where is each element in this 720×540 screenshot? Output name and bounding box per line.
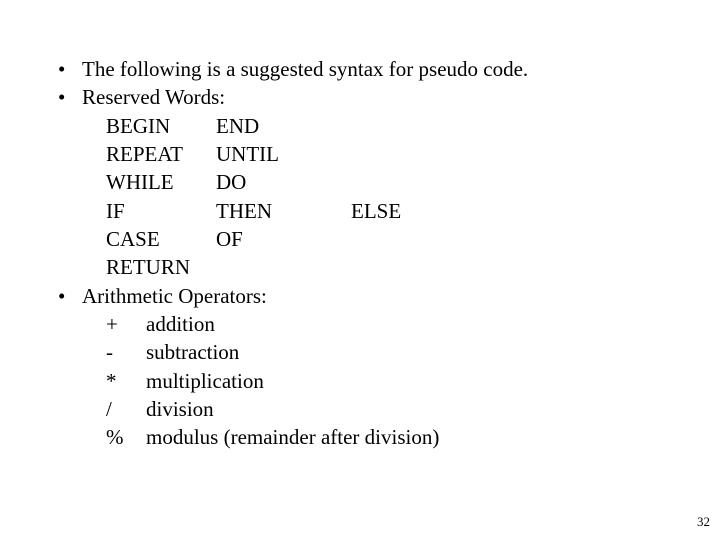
reserved-do: DO: [216, 170, 246, 194]
page-number: 32: [697, 514, 710, 530]
reserved-case: CASE: [106, 225, 216, 253]
op-plus: +: [106, 310, 146, 338]
bullet-intro: The following is a suggested syntax for …: [58, 55, 720, 83]
reserved-row-5: CASEOF: [82, 225, 720, 253]
op-slash: /: [106, 395, 146, 423]
reserved-of: OF: [216, 227, 243, 251]
reserved-else: ELSE: [351, 199, 401, 223]
reserved-until: UNTIL: [216, 142, 279, 166]
bullet-reserved-words: Reserved Words: BEGINEND REPEATUNTIL WHI…: [58, 83, 720, 281]
reserved-then: THEN: [216, 197, 351, 225]
reserved-row-3: WHILEDO: [82, 168, 720, 196]
op-row-4: /division: [82, 395, 720, 423]
op-percent: %: [106, 423, 146, 451]
reserved-row-2: REPEATUNTIL: [82, 140, 720, 168]
reserved-row-1: BEGINEND: [82, 112, 720, 140]
op-star-desc: multiplication: [146, 369, 264, 393]
reserved-if: IF: [106, 197, 216, 225]
op-minus-desc: subtraction: [146, 340, 239, 364]
reserved-words-heading: Reserved Words:: [82, 85, 225, 109]
op-row-5: %modulus (remainder after division): [82, 423, 720, 451]
reserved-while: WHILE: [106, 168, 216, 196]
reserved-begin: BEGIN: [106, 112, 216, 140]
slide: The following is a suggested syntax for …: [0, 0, 720, 540]
reserved-row-6: RETURN: [82, 253, 720, 281]
reserved-row-4: IFTHENELSE: [82, 197, 720, 225]
bullet-list: The following is a suggested syntax for …: [0, 55, 720, 452]
op-star: *: [106, 367, 146, 395]
op-row-3: *multiplication: [82, 367, 720, 395]
reserved-return: RETURN: [106, 255, 190, 279]
op-row-1: +addition: [82, 310, 720, 338]
op-minus: -: [106, 338, 146, 366]
op-slash-desc: division: [146, 397, 214, 421]
op-row-2: -subtraction: [82, 338, 720, 366]
bullet-arithmetic-operators: Arithmetic Operators: +addition -subtrac…: [58, 282, 720, 452]
reserved-end: END: [216, 114, 259, 138]
op-percent-desc: modulus (remainder after division): [146, 425, 439, 449]
reserved-repeat: REPEAT: [106, 140, 216, 168]
op-plus-desc: addition: [146, 312, 215, 336]
arithmetic-operators-heading: Arithmetic Operators:: [82, 284, 267, 308]
